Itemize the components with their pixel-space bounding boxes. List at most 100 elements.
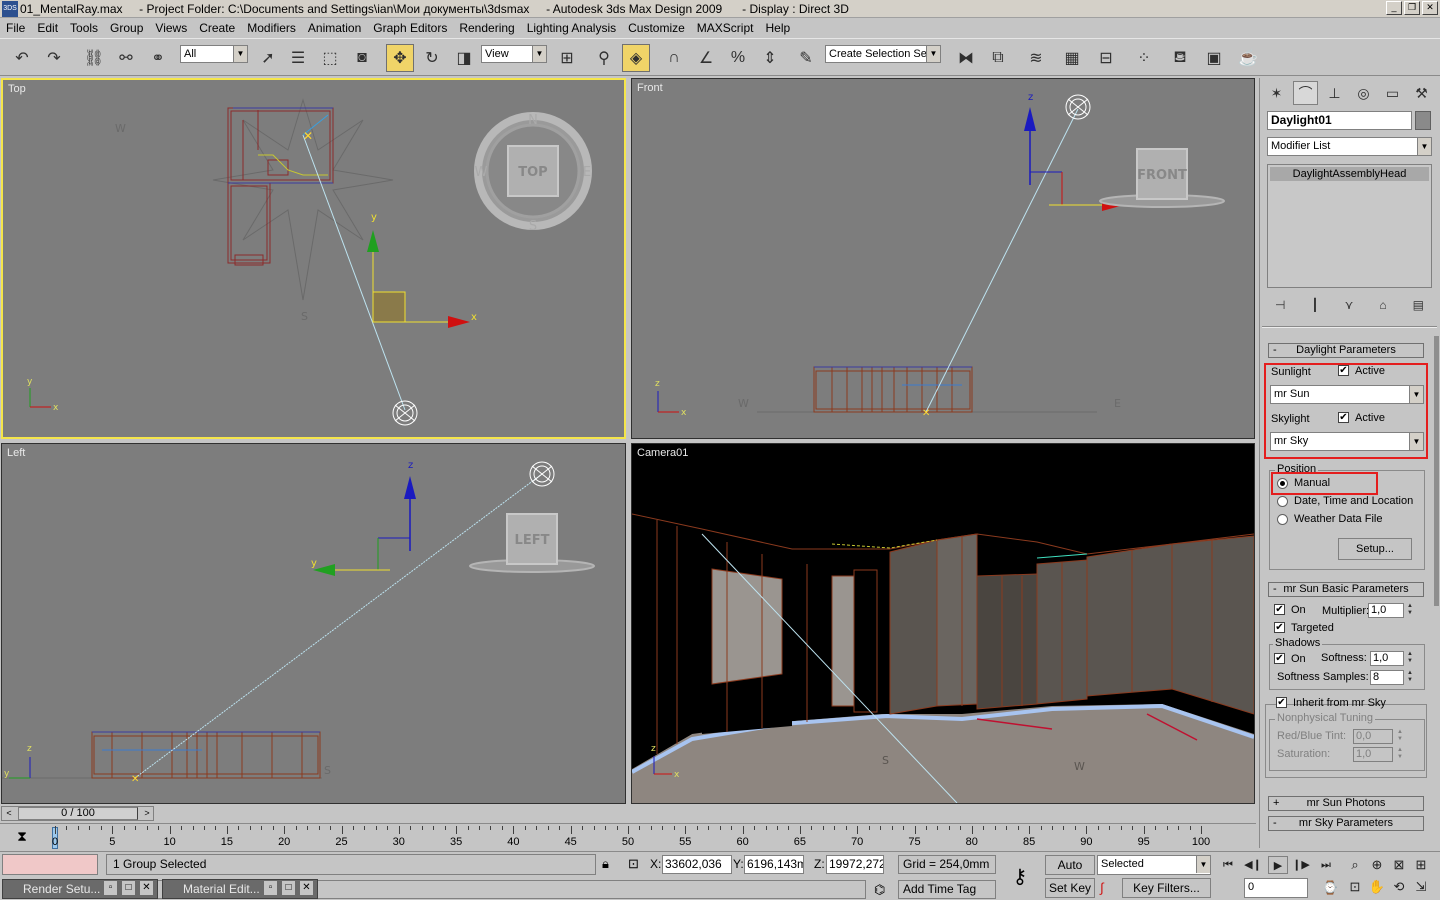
object-name-field[interactable]: Daylight01 [1267,111,1412,130]
object-color-swatch[interactable] [1415,111,1431,130]
modifier-list-dropdown[interactable]: Modifier List ▼ [1267,137,1432,156]
utilities-tab-icon[interactable]: ⚒ [1409,81,1434,105]
menu-lighting-analysis[interactable]: Lighting Analysis [521,21,622,35]
menu-edit[interactable]: Edit [31,21,64,35]
rendered-frame-window-icon[interactable]: ▣ [1200,44,1228,72]
curve-editor-icon[interactable]: ▦ [1058,44,1086,72]
select-and-rotate-icon[interactable]: ↻ [418,44,446,72]
close-button[interactable]: ✕ [1422,1,1438,15]
skylight-active-checkbox[interactable]: ✔ [1338,412,1349,423]
spinner-snap-icon[interactable]: ⇕ [756,44,784,72]
modify-tab-icon[interactable]: ⌒ [1293,81,1318,105]
set-key-button[interactable]: Set Key [1045,878,1095,898]
mr-sun-photons-rollout[interactable]: + mr Sun Photons [1268,796,1424,811]
maximize-icon[interactable]: □ [282,881,295,895]
track-bar[interactable]: ⧗ 0 5 10 15 20 25 30 35 40 45 50 55 60 65 70 75 80 85 90 95… [0,823,1256,851]
sunlight-active-checkbox[interactable]: ✔ [1338,365,1349,376]
minimize-button[interactable]: _ [1386,1,1402,15]
redblue-spin-arrows[interactable]: ▲ ▼ [1395,729,1405,744]
zoom-icon[interactable]: ⌕ [1345,855,1365,875]
zoom-extents-all-icon[interactable]: ⊞ [1411,855,1431,875]
inherit-mr-sky-checkbox[interactable]: ✔ [1276,697,1287,708]
position-date-time-radio[interactable] [1277,496,1288,507]
position-manual-radio[interactable] [1277,478,1288,489]
sunlight-type-dropdown[interactable]: mr Sun ▼ [1270,385,1424,404]
go-to-end-icon[interactable]: ⏭ [1316,856,1336,874]
previous-frame-icon[interactable]: ◀❙ [1243,856,1263,874]
viewcube[interactable]: FRONT [1099,148,1225,208]
open-mini-curve-editor-icon[interactable]: ⧗ [8,828,36,848]
quick-render-icon[interactable]: ☕ [1234,44,1262,72]
x-coord-field[interactable]: 33602,036 [662,855,732,874]
position-weather-file-radio[interactable] [1277,514,1288,525]
render-setup-icon[interactable]: ⛾ [1166,44,1194,72]
softness-spin-arrows[interactable]: ▲ ▼ [1405,651,1415,666]
select-and-scale-icon[interactable]: ◨ [450,44,478,72]
restore-button[interactable]: ❐ [1404,1,1420,15]
menu-graph-editors[interactable]: Graph Editors [367,21,453,35]
orbit-icon[interactable]: ⟲ [1389,877,1409,897]
mr-sky-parameters-rollout[interactable]: - mr Sky Parameters [1268,816,1424,831]
menu-animation[interactable]: Animation [302,21,367,35]
make-unique-icon[interactable]: ⋎ [1345,298,1354,312]
menu-modifiers[interactable]: Modifiers [241,21,302,35]
selection-region-icon[interactable]: ⬚ [316,44,344,72]
time-slider-thumb[interactable]: 0 / 100 [18,807,138,820]
close-icon[interactable]: ✕ [140,881,153,895]
saturation-spin-arrows[interactable]: ▲ ▼ [1395,747,1405,762]
angle-snap-icon[interactable]: ∠ [692,44,720,72]
window-crossing-icon[interactable]: ◙ [348,44,376,72]
hierarchy-tab-icon[interactable]: ⊥ [1322,81,1347,105]
restore-icon[interactable]: ▫ [104,881,117,895]
redo-icon[interactable]: ↷ [40,44,68,72]
softness-samples-spin-arrows[interactable]: ▲ ▼ [1405,670,1415,685]
softness-samples-spinner[interactable]: 8 [1370,670,1404,685]
maximize-viewport-icon[interactable]: ⇲ [1411,877,1431,897]
auto-key-button[interactable]: Auto Key [1045,855,1095,890]
y-coord-field[interactable]: 6196,143m [744,855,804,874]
setup-button[interactable]: Setup... [1338,538,1412,560]
material-editor-window[interactable]: Material Edit... ▫ □ ✕ [162,879,318,899]
close-icon[interactable]: ✕ [300,881,313,895]
sun-on-checkbox[interactable]: ✔ [1274,604,1285,615]
viewport-front[interactable]: Front ✕ z x FRONT W E [631,78,1255,439]
menu-rendering[interactable]: Rendering [453,21,520,35]
select-manipulate-icon[interactable]: ⚲ [590,44,618,72]
z-coord-field[interactable]: 19972,272 [826,855,884,874]
viewport-top[interactable]: Top ✕ y x TOP N S E W W S y x [1,78,626,439]
lock-selection-icon[interactable]: 🔒︎ [602,856,609,872]
display-tab-icon[interactable]: ▭ [1380,81,1405,105]
redblue-spinner[interactable]: 0,0 [1353,729,1393,744]
bind-space-warp-icon[interactable]: ⚭ [144,44,172,72]
maxscript-listener-box[interactable] [2,854,98,875]
restore-icon[interactable]: ▫ [264,881,277,895]
select-and-move-icon[interactable]: ✥ [386,44,414,72]
viewport-camera[interactable]: Camera01 S W z x [631,443,1255,804]
pin-stack-icon[interactable]: ⊣ [1275,298,1285,312]
edit-named-selection-icon[interactable]: ✎ [792,44,820,72]
absolute-mode-icon[interactable]: ⊡ [628,856,639,872]
command-panel-scrollbar[interactable] [1434,336,1439,606]
remove-modifier-icon[interactable]: ⌂ [1379,298,1386,312]
create-tab-icon[interactable]: ✶ [1264,81,1289,105]
multiplier-spinner[interactable]: 1,0 [1368,603,1404,618]
menu-tools[interactable]: Tools [64,21,104,35]
play-icon[interactable]: ▶ [1268,856,1288,874]
daylight-parameters-rollout[interactable]: - Daylight Parameters [1268,343,1424,358]
shadows-on-checkbox[interactable]: ✔ [1274,653,1285,664]
select-object-icon[interactable]: ➚ [254,44,282,72]
align-icon[interactable]: ⧉ [984,44,1012,72]
reference-coordinate-dropdown[interactable]: View ▼ [481,45,547,63]
snaps-toggle-icon[interactable]: ∩ [660,44,688,72]
softness-spinner[interactable]: 1,0 [1370,651,1404,666]
add-time-tag[interactable]: Add Time Tag [898,880,996,899]
undo-icon[interactable]: ↶ [8,44,36,72]
render-setup-window[interactable]: Render Setu... ▫ □ ✕ [2,879,158,899]
skylight-type-dropdown[interactable]: mr Sky ▼ [1270,432,1424,451]
selection-filter-dropdown[interactable]: All ▼ [180,45,248,63]
material-editor-icon[interactable]: ⁘ [1130,44,1158,72]
motion-tab-icon[interactable]: ◎ [1351,81,1376,105]
menu-views[interactable]: Views [149,21,193,35]
unlink-icon[interactable]: ⚯ [112,44,140,72]
set-key-icon[interactable]: ⚷ [1003,864,1037,890]
